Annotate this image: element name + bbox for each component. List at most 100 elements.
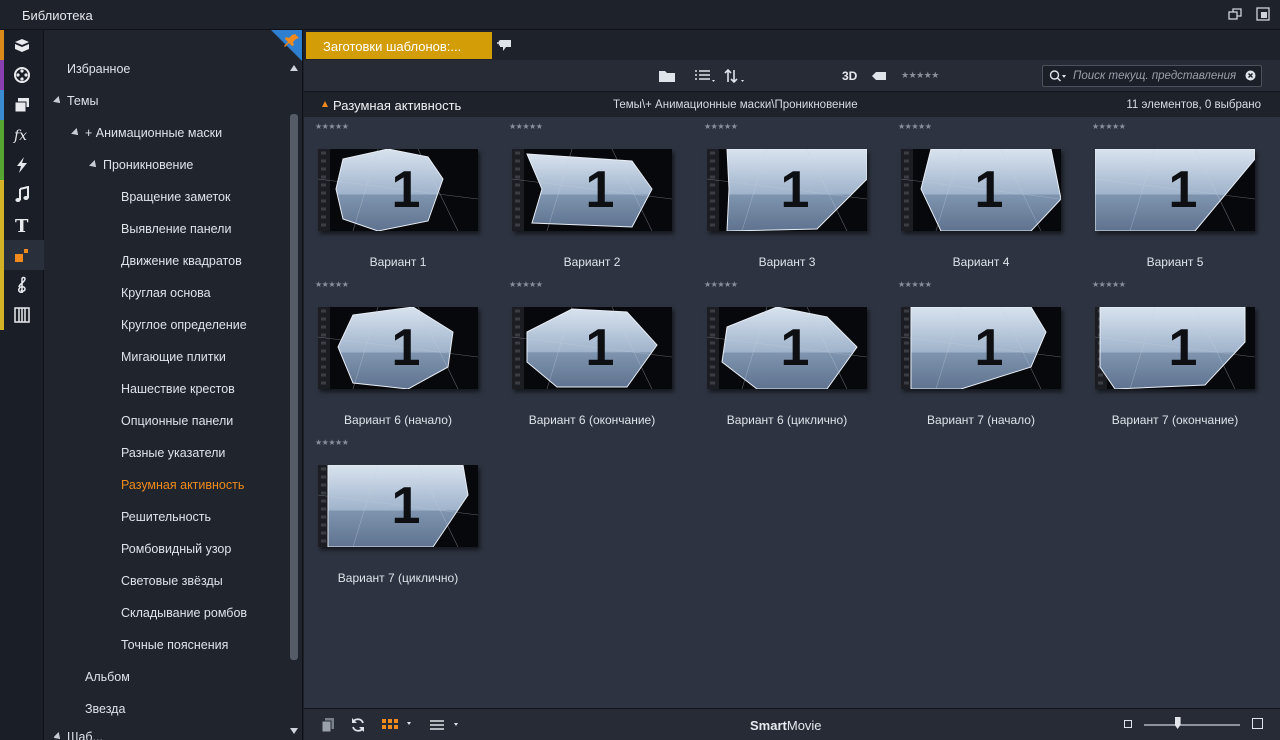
tag-icon[interactable] <box>871 68 887 84</box>
rating-stars[interactable]: ★★★★★ <box>1092 280 1126 289</box>
tree-node-favorites[interactable]: Избранное <box>67 62 130 82</box>
asset-tile[interactable]: ★★★★★ 1 Вариант 5 <box>1083 117 1255 269</box>
rating-stars[interactable]: ★★★★★ <box>315 438 349 447</box>
rating-stars[interactable]: ★★★★★ <box>315 280 349 289</box>
sort-menu-icon[interactable] <box>724 68 748 84</box>
svg-text:T: T <box>15 216 29 234</box>
asset-thumbnail[interactable]: 1 <box>318 307 478 389</box>
tree-leaf-item[interactable]: Ромбовидный узор <box>121 542 231 562</box>
zoom-slider-knob[interactable] <box>1174 717 1181 729</box>
asset-tile[interactable]: ★★★★★ 1 Вариант 7 (окончание) <box>1083 275 1255 427</box>
strip-item-montage[interactable] <box>0 240 44 270</box>
rating-stars[interactable]: ★★★★★ <box>315 122 349 131</box>
zoom-out-icon[interactable] <box>1124 720 1132 728</box>
search-field[interactable] <box>1042 65 1262 87</box>
rating-stars[interactable]: ★★★★★ <box>704 122 738 131</box>
smartmovie-button[interactable]: SmartMovie <box>750 718 822 733</box>
copy-icon[interactable] <box>320 717 336 736</box>
rating-stars[interactable]: ★★★★★ <box>1092 122 1126 131</box>
rating-stars[interactable]: ★★★★★ <box>509 280 543 289</box>
folder-icon[interactable] <box>658 68 676 84</box>
asset-tile[interactable]: ★★★★★ 1 Вариант 6 (циклично) <box>695 275 867 427</box>
asset-thumbnail[interactable]: 1 <box>512 307 672 389</box>
tree-leaf-item[interactable]: Решительность <box>121 510 211 530</box>
asset-tile[interactable]: ★★★★★ 1 Вариант 4 <box>889 117 1061 269</box>
rating-stars[interactable]: ★★★★★ <box>509 122 543 131</box>
strip-item-film[interactable] <box>0 60 44 90</box>
scroll-up-arrow[interactable] <box>290 65 298 71</box>
strip-item-media-box[interactable] <box>0 30 44 60</box>
asset-thumbnail[interactable]: 1 <box>1095 307 1255 389</box>
asset-thumbnail[interactable]: 1 <box>707 149 867 231</box>
strip-item-transitions[interactable] <box>0 150 44 180</box>
rating-stars[interactable]: ★★★★★ <box>898 280 932 289</box>
expand-arrow-icon[interactable] <box>53 96 63 106</box>
expand-arrow-icon[interactable] <box>71 128 81 138</box>
strip-item-titles[interactable]: T <box>0 210 44 240</box>
asset-thumbnail[interactable]: 1 <box>1095 149 1255 231</box>
strip-item-music[interactable] <box>0 180 44 210</box>
asset-tile[interactable]: ★★★★★ 1 Вариант 7 (циклично) <box>306 433 478 585</box>
asset-thumbnail[interactable]: 1 <box>512 149 672 231</box>
clear-search-icon[interactable] <box>1245 70 1256 84</box>
tree-leaf-item[interactable]: Складывание ромбов <box>121 606 247 626</box>
tree-leaf-item[interactable]: Вращение заметок <box>121 190 230 210</box>
rating-stars[interactable]: ★★★★★ <box>898 122 932 131</box>
3d-filter-toggle[interactable]: 3D <box>842 69 857 85</box>
asset-tile[interactable]: ★★★★★ 1 Вариант 6 (окончание) <box>500 275 672 427</box>
asset-tile[interactable]: ★★★★★ 1 Вариант 2 <box>500 117 672 269</box>
add-tab-icon[interactable] <box>496 37 512 53</box>
strip-item-photos[interactable] <box>0 90 44 120</box>
zoom-in-icon[interactable] <box>1252 718 1263 729</box>
tree-node-star[interactable]: Звезда <box>85 702 125 722</box>
tree-leaf-item[interactable]: Нашествие крестов <box>121 382 235 402</box>
pin-icon[interactable] <box>271 30 302 62</box>
tree-node-label: Решительность <box>121 510 212 524</box>
tree-node-album[interactable]: Альбом <box>85 670 130 690</box>
asset-thumbnail[interactable]: 1 <box>901 307 1061 389</box>
asset-tile[interactable]: ★★★★★ 1 Вариант 7 (начало) <box>889 275 1061 427</box>
zoom-slider-track[interactable] <box>1144 724 1240 726</box>
search-input[interactable] <box>1073 68 1241 84</box>
expand-arrow-icon[interactable] <box>54 732 63 740</box>
tab-templates[interactable]: Заготовки шаблонов:... <box>306 32 492 59</box>
tree-leaf-item[interactable]: Опционные панели <box>121 414 233 434</box>
tree-leaf-item[interactable]: Разные указатели <box>121 446 225 466</box>
asset-tile[interactable]: ★★★★★ 1 Вариант 1 <box>306 117 478 269</box>
collapse-arrow-icon[interactable] <box>322 101 328 107</box>
undock-window-icon[interactable] <box>1256 7 1270 21</box>
search-icon[interactable] <box>1049 69 1069 86</box>
asset-thumbnail[interactable]: 1 <box>318 149 478 231</box>
list-view-menu-icon[interactable] <box>694 68 718 84</box>
rating-stars[interactable]: ★★★★★ <box>704 280 738 289</box>
menu-icon[interactable] <box>429 719 461 734</box>
tree-scrollbar[interactable] <box>290 114 298 660</box>
asset-thumbnail[interactable]: 1 <box>318 465 478 547</box>
refresh-icon[interactable] <box>350 717 366 736</box>
grid-view-icon[interactable] <box>382 719 412 734</box>
tree-node-penetration[interactable]: Проникновение <box>89 158 193 178</box>
tree-leaf-item[interactable]: Мигающие плитки <box>121 350 226 370</box>
asset-thumbnail[interactable]: 1 <box>707 307 867 389</box>
asset-tile[interactable]: ★★★★★ 1 Вариант 6 (начало) <box>306 275 478 427</box>
restore-window-icon[interactable] <box>1228 7 1242 21</box>
asset-tile[interactable]: ★★★★★ 1 Вариант 3 <box>695 117 867 269</box>
expand-arrow-icon[interactable] <box>89 160 99 170</box>
strip-item-fx[interactable]: fx <box>0 120 44 150</box>
tree-leaf-item[interactable]: Световые звёзды <box>121 574 223 594</box>
tree-leaf-item[interactable]: Круглое определение <box>121 318 247 338</box>
tree-leaf-item[interactable]: Разумная активность <box>121 478 244 498</box>
tree-leaf-item[interactable]: Круглая основа <box>121 286 211 306</box>
tree-node-themes[interactable]: Темы <box>53 94 98 114</box>
tree-node-animated-masks[interactable]: + Анимационные маски <box>71 126 222 146</box>
category-color-bar <box>0 270 4 300</box>
strip-item-scorefitter[interactable] <box>0 270 44 300</box>
asset-thumbnail[interactable]: 1 <box>901 149 1061 231</box>
tree-leaf-item[interactable]: Точные пояснения <box>121 638 228 658</box>
tree-node-partial[interactable]: Шаб... <box>54 730 103 740</box>
tree-leaf-item[interactable]: Выявление панели <box>121 222 231 242</box>
tree-leaf-item[interactable]: Движение квадратов <box>121 254 242 274</box>
rating-filter-stars[interactable]: ★★★★★ <box>901 70 939 86</box>
scroll-down-arrow[interactable] <box>290 728 298 734</box>
strip-item-keyboard[interactable] <box>0 300 44 330</box>
